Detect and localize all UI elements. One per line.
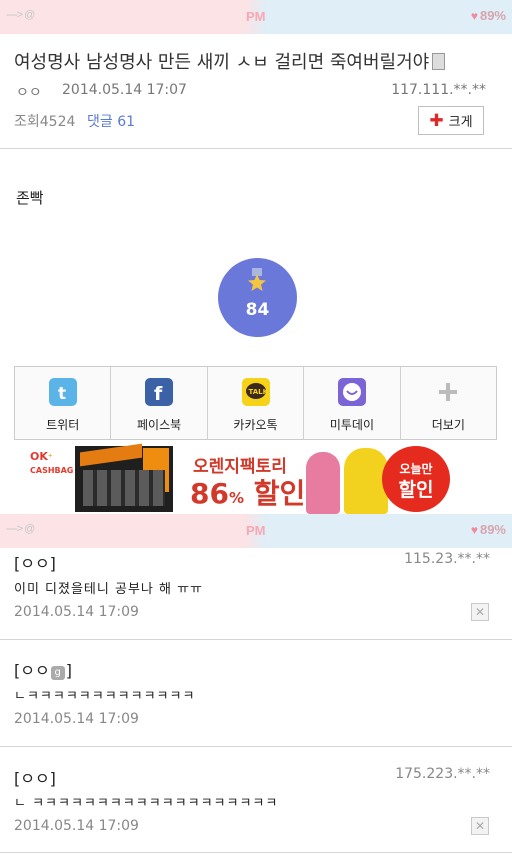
- share-twitter[interactable]: t 트위터: [15, 367, 112, 439]
- share-more[interactable]: 더보기: [401, 367, 496, 439]
- comment-ip: 175.223.**.**: [395, 766, 490, 782]
- enlarge-button[interactable]: ✚ 크게: [418, 106, 484, 135]
- share-kakaotalk[interactable]: TALK 카카오톡: [208, 367, 305, 439]
- views-label: 조회: [14, 114, 40, 130]
- battery-text: 89%: [479, 8, 506, 23]
- twitter-icon: t: [48, 378, 77, 406]
- delete-comment-button[interactable]: ✕: [471, 603, 489, 621]
- share-label: 미투데이: [329, 418, 374, 432]
- recommend-count: 84: [245, 300, 270, 320]
- status-time: PM: [246, 523, 266, 538]
- okcashbag-text: OK: [30, 450, 48, 463]
- divider: [0, 148, 512, 149]
- status-left-text: ----> @: [6, 9, 35, 21]
- status-time: PM: [246, 9, 266, 24]
- okcashbag-logo: OK⁺ CASHBAG: [30, 450, 73, 476]
- status-battery: ♥ 89%: [471, 522, 506, 537]
- divider: [0, 746, 512, 747]
- comment-author-name: [ㅇㅇ: [14, 661, 50, 680]
- model-figure: [306, 452, 340, 514]
- ad-models-image: [300, 444, 392, 514]
- divider: [0, 852, 512, 853]
- heart-icon: ♥: [470, 523, 478, 537]
- share-me2day[interactable]: 미투데이: [304, 367, 401, 439]
- comments-value: 61: [117, 114, 136, 130]
- me2day-icon: [337, 378, 366, 406]
- enlarge-label: 크게: [448, 115, 473, 130]
- status-battery: ♥ 89%: [471, 8, 506, 23]
- status-bar-top: ----> @ PM ♥ 89%: [0, 0, 512, 34]
- comment-author[interactable]: [ㅇㅇ g]: [14, 657, 72, 681]
- plus-icon: ✚: [429, 110, 444, 131]
- store-sign: [80, 443, 142, 467]
- share-label: 카카오톡: [233, 418, 278, 432]
- store-windows: [83, 470, 165, 506]
- status-left-text: ----> @: [6, 523, 35, 535]
- post-author[interactable]: ㅇㅇ: [16, 82, 42, 102]
- document-icon: [432, 53, 446, 70]
- share-label: 페이스북: [137, 418, 182, 432]
- divider: [0, 639, 512, 640]
- share-label: 트위터: [46, 418, 80, 432]
- status-bar-mid: ----> @ PM ♥ 89%: [0, 514, 512, 548]
- share-bar: t 트위터 f 페이스북 TALK 카카오톡 미투데이 더보기: [14, 366, 497, 440]
- comment-date: 2014.05.14 17:09: [14, 818, 139, 834]
- facebook-icon: f: [145, 378, 174, 406]
- gallog-icon: g: [50, 666, 65, 680]
- views-value: 4524: [39, 114, 76, 130]
- comments-label: 댓글: [87, 114, 113, 130]
- comment-date: 2014.05.14 17:09: [14, 604, 139, 620]
- comment-ip: 115.23.**.**: [404, 551, 490, 567]
- post-date: 2014.05.14 17:07: [62, 82, 187, 98]
- svg-text:f: f: [154, 383, 163, 405]
- post-body: 존빡: [16, 189, 44, 207]
- ad-banner[interactable]: OK⁺ CASHBAG 오렌지팩토리 86% 할인 오늘만 할인: [0, 442, 512, 514]
- comment-text: ㄴ ㅋㅋㅋㅋㅋㅋㅋㅋㅋㅋㅋㅋㅋㅋㅋㅋㅋㅋㅋ: [14, 796, 279, 811]
- comment-author[interactable]: [ㅇㅇ]: [14, 550, 56, 574]
- okcashbag-sub-text: CASHBAG: [30, 466, 74, 475]
- ad-discount-text: 86% 할인: [190, 472, 305, 512]
- post-title: 여성명사 남성명사 만든 새끼 ㅅㅂ 걸리면 죽여버릴거야: [14, 48, 500, 74]
- ad-discount-number: 86: [190, 477, 229, 510]
- ad-discount-pct: %: [228, 489, 244, 507]
- comment-text: ㄴㅋㅋㅋㅋㅋㅋㅋㅋㅋㅋㅋㅋㅋ: [14, 689, 196, 704]
- comment-author[interactable]: [ㅇㅇ]: [14, 765, 56, 789]
- battery-text: 89%: [479, 522, 506, 537]
- share-facebook[interactable]: f 페이스북: [111, 367, 208, 439]
- plus-icon: [434, 378, 462, 406]
- svg-text:TALK: TALK: [248, 388, 268, 396]
- ad-today-badge: 오늘만 할인: [382, 446, 450, 512]
- badge-main-text: 할인: [398, 479, 434, 501]
- recommend-button[interactable]: 84: [218, 258, 297, 337]
- heart-icon: ♥: [470, 9, 478, 23]
- ad-discount-label: 할인: [253, 477, 306, 510]
- okcashbag-sub: ⁺: [47, 452, 53, 463]
- view-count: 조회4524: [14, 111, 75, 131]
- store-image: [75, 443, 173, 512]
- medal-icon: [248, 268, 266, 291]
- delete-comment-button[interactable]: ✕: [471, 817, 489, 835]
- svg-text:t: t: [58, 384, 66, 404]
- share-label: 더보기: [431, 418, 465, 432]
- comment-count-link[interactable]: 댓글 61: [87, 111, 135, 131]
- post-ip: 117.111.**.**: [391, 82, 486, 98]
- post-title-text: 여성명사 남성명사 만든 새끼 ㅅㅂ 걸리면 죽여버릴거야: [14, 52, 430, 73]
- comment-text: 이미 디졌을테니 공부나 해 ㅠㅠ: [14, 582, 204, 597]
- comment-date: 2014.05.14 17:09: [14, 711, 139, 727]
- kakaotalk-icon: TALK: [241, 378, 270, 406]
- comment-author-bracket: ]: [65, 661, 72, 680]
